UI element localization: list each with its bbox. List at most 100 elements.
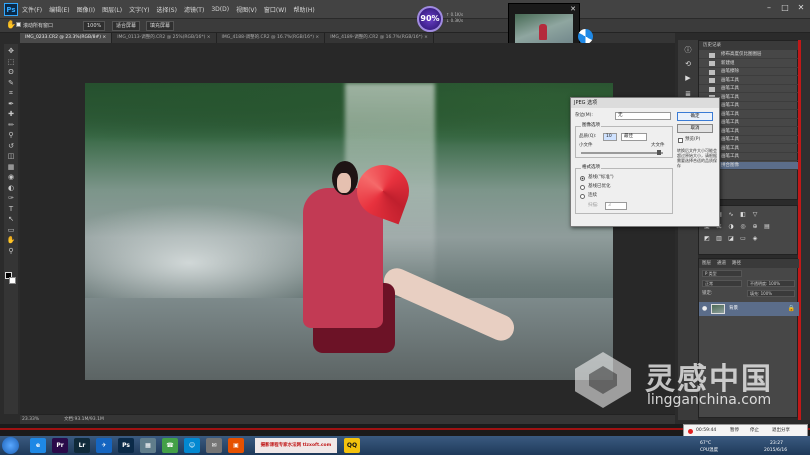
preview-checkbox[interactable] <box>678 138 683 143</box>
mixer-icon[interactable]: ⊕ <box>751 224 759 230</box>
menu-item[interactable]: 文字(Y) <box>129 5 149 14</box>
cpu-gauge[interactable]: 90% <box>417 6 443 32</box>
taskbar-app-icon[interactable]: ✉ <box>206 438 222 453</box>
qq-icon[interactable]: QQ <box>344 438 360 453</box>
maximize-icon[interactable]: □ <box>780 3 790 13</box>
taskbar-app-icon[interactable]: Pr <box>52 438 68 453</box>
quick-select-icon[interactable]: ✎ <box>6 79 16 88</box>
taskbar-app-icon[interactable]: e <box>30 438 46 453</box>
layer-row-background[interactable]: ● 背景 🔒 <box>699 302 799 316</box>
layer-name[interactable]: 背景 <box>729 302 738 316</box>
clock-time[interactable]: 23:27 <box>770 440 783 447</box>
invert-icon[interactable]: ◩ <box>703 236 711 242</box>
menu-item[interactable]: 3D(D) <box>211 6 229 13</box>
menu-item[interactable]: 帮助(H) <box>294 5 315 14</box>
scroll-all-checkbox[interactable] <box>16 22 21 27</box>
menu-item[interactable]: 视图(V) <box>236 5 257 14</box>
menu-item[interactable]: 选择(S) <box>156 5 177 14</box>
eraser-icon[interactable]: ◫ <box>6 152 16 161</box>
exposure-icon[interactable]: ◧ <box>739 212 747 218</box>
posterize-icon[interactable]: ▥ <box>715 236 723 242</box>
threshold-icon[interactable]: ◪ <box>727 236 735 242</box>
document-tab[interactable]: IMG_0113-调整的.CR2 @ 25%(RGB/16*) × <box>112 33 217 43</box>
tab-layers[interactable]: 图层 <box>702 259 711 268</box>
blur-icon[interactable]: ◉ <box>6 173 16 182</box>
start-button-icon[interactable] <box>2 437 19 454</box>
gradient-icon[interactable]: ▦ <box>6 163 16 172</box>
baseline-optimized-radio[interactable] <box>580 185 585 190</box>
dodge-icon[interactable]: ◐ <box>6 184 16 193</box>
quality-preset-select[interactable]: 最佳 <box>621 133 647 141</box>
stamp-icon[interactable]: ⚲ <box>6 131 16 140</box>
hand-icon[interactable]: ✋ <box>6 236 16 245</box>
taskbar-app-icon[interactable]: Lr <box>74 438 90 453</box>
scrollbar[interactable] <box>801 40 810 420</box>
fill-field[interactable]: 填充: 100% <box>747 290 795 297</box>
menu-item[interactable]: 图像(I) <box>77 5 95 14</box>
promo-banner[interactable]: 摄影课程专家水法网 tlzxoft.com <box>255 438 337 453</box>
history-item[interactable]: 画笔工具 <box>699 85 799 93</box>
bw-icon[interactable]: ◑ <box>727 224 735 230</box>
quality-slider[interactable] <box>581 152 663 154</box>
taskbar-app-icon[interactable]: Ps <box>118 438 134 453</box>
menu-item[interactable]: 编辑(E) <box>49 5 69 14</box>
scan-select[interactable]: 3 <box>605 202 627 210</box>
menu-item[interactable]: 文件(F) <box>22 5 42 14</box>
taskbar-app-icon[interactable]: ▦ <box>140 438 156 453</box>
clock-date[interactable]: 2015/6/16 <box>764 447 787 454</box>
taskbar-app-icon[interactable]: ✈ <box>96 438 112 453</box>
move-icon[interactable]: ✥ <box>6 47 16 56</box>
history-item[interactable]: 画笔工具 <box>699 77 799 85</box>
photo-filter-icon[interactable]: ◎ <box>739 224 747 230</box>
close-icon[interactable]: ✕ <box>570 5 576 13</box>
cpu-temp[interactable]: 67°C <box>700 440 711 447</box>
hand-icon[interactable]: ✋ <box>6 20 16 29</box>
background-color-swatch[interactable] <box>9 277 16 284</box>
selective-color-icon[interactable]: ◈ <box>751 236 759 242</box>
ok-button[interactable]: 确定 <box>677 112 713 121</box>
pen-icon[interactable]: ✑ <box>6 194 16 203</box>
curves-icon[interactable]: ∿ <box>727 212 735 218</box>
taskbar-app-icon[interactable]: ▣ <box>228 438 244 453</box>
visibility-eye-icon[interactable]: ● <box>702 305 707 312</box>
quality-input[interactable]: 10 <box>603 133 617 141</box>
fit-screen-button[interactable]: 适合屏幕 <box>112 21 141 31</box>
history-brush-icon[interactable]: ↺ <box>6 142 16 151</box>
path-select-icon[interactable]: ↖ <box>6 215 16 224</box>
browser-icon[interactable] <box>578 29 593 44</box>
baseline-standard-radio[interactable] <box>580 176 585 181</box>
zoom-100-button[interactable]: 100% <box>83 21 106 31</box>
menu-item[interactable]: 图层(L) <box>102 5 122 14</box>
close-icon[interactable]: ✕ <box>796 3 806 13</box>
progressive-radio[interactable] <box>580 194 585 199</box>
tab-paths[interactable]: 路径 <box>732 259 741 268</box>
lasso-icon[interactable]: ʘ <box>6 68 16 77</box>
marquee-icon[interactable]: ⬚ <box>6 58 16 67</box>
opacity-field[interactable]: 不透明度: 100% <box>747 280 795 287</box>
history-icon[interactable]: ⟲ <box>683 60 693 69</box>
crop-icon[interactable]: ⌗ <box>6 89 16 98</box>
document-tab[interactable]: IMG_4188-调整的.CR2 @ 16.7%(RGB/16*) × <box>217 33 326 43</box>
vibrance-icon[interactable]: ▽ <box>751 212 759 218</box>
shape-icon[interactable]: ▭ <box>6 226 16 235</box>
zoom-icon[interactable]: ⚲ <box>6 247 16 256</box>
eyedropper-icon[interactable]: ✒ <box>6 100 16 109</box>
type-icon[interactable]: T <box>6 205 16 214</box>
color-swatches[interactable] <box>5 272 16 284</box>
layer-filter-select[interactable]: P 类型 <box>702 270 742 277</box>
blend-mode-select[interactable]: 正常 <box>702 280 742 287</box>
cancel-button[interactable]: 取消 <box>677 124 713 133</box>
taskbar-app-icon[interactable]: ☺ <box>184 438 200 453</box>
tab-channels[interactable]: 通道 <box>717 259 726 268</box>
history-panel-title[interactable]: 历史记录 <box>699 41 799 50</box>
matte-select[interactable]: 无 <box>615 112 671 120</box>
info-icon[interactable]: ⓘ <box>683 46 693 55</box>
fill-screen-button[interactable]: 填充屏幕 <box>146 21 175 31</box>
document-photo[interactable] <box>85 83 613 380</box>
document-tab[interactable]: IMG_0233.CR2 @ 23.3%(RGB/8#) × <box>20 33 113 43</box>
history-item[interactable]: 画笔擦除 <box>699 68 799 76</box>
lookup-icon[interactable]: ▤ <box>763 224 771 230</box>
document-tab[interactable]: IMG_4189-调整的.CR2 @ 16.7%(RGB/16*) × <box>325 33 434 43</box>
minimize-icon[interactable]: – <box>764 3 774 13</box>
menu-item[interactable]: 滤镜(T) <box>184 5 204 14</box>
